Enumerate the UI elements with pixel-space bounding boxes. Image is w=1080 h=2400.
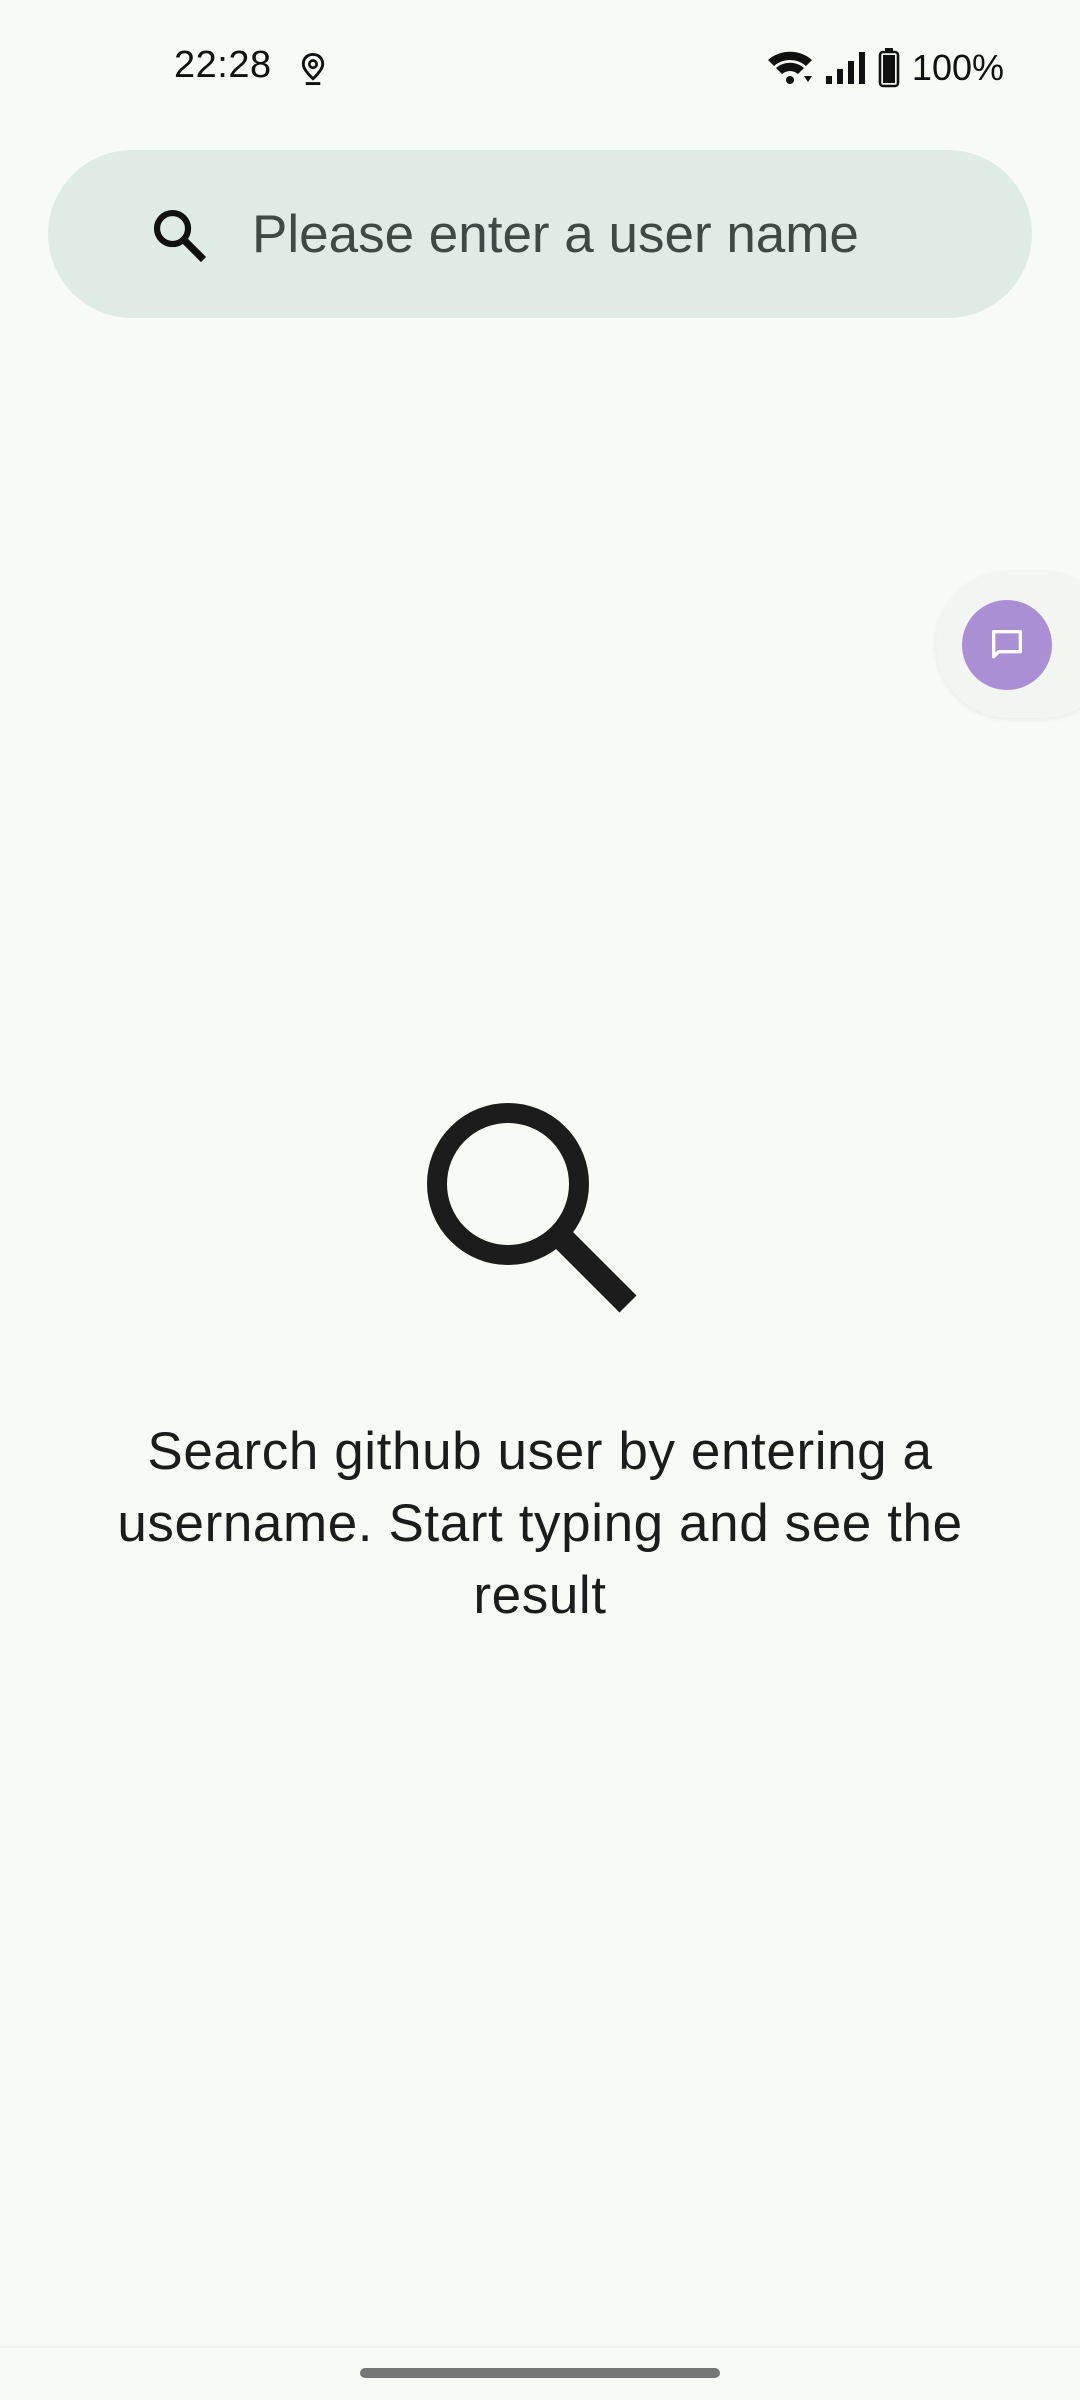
battery-percentage: 100% — [911, 47, 1004, 88]
status-bar: 22:28 100% — [0, 0, 1080, 140]
gesture-nav-handle[interactable] — [360, 2368, 720, 2378]
bottom-divider — [0, 2346, 1080, 2348]
magnifier-icon — [427, 1103, 637, 1313]
status-icons: 100% — [766, 46, 1004, 90]
chat-bubble-icon — [992, 630, 1022, 659]
search-icon — [153, 209, 207, 263]
chat-bubble-button[interactable] — [962, 600, 1052, 690]
search-bar[interactable] — [48, 150, 1032, 318]
location-pin-icon — [301, 52, 325, 86]
status-time: 22:28 — [174, 44, 272, 86]
battery-icon — [878, 48, 900, 88]
wifi-icon — [767, 51, 812, 84]
cell-signal-icon — [825, 52, 865, 84]
empty-state-message: Search github user by entering a usernam… — [117, 1422, 963, 1625]
search-input[interactable] — [252, 190, 992, 278]
